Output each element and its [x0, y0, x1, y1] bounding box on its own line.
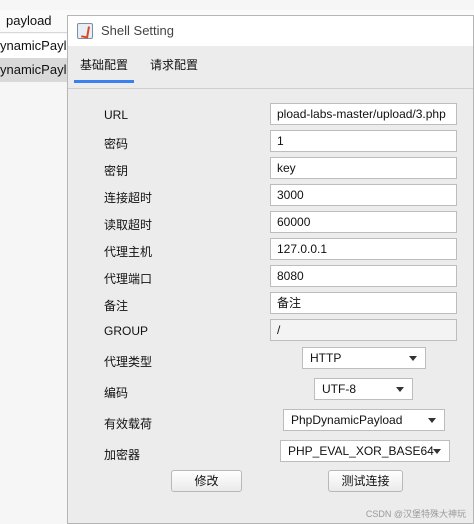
connect-timeout-label: 连接超时 [104, 191, 153, 205]
password-field[interactable]: 1 [270, 130, 457, 152]
encoding-label: 编码 [104, 386, 129, 400]
table-row-selected[interactable]: ynamicPaylc [0, 58, 70, 82]
chevron-down-icon [409, 356, 417, 361]
remark-field[interactable]: 备注 [270, 292, 457, 314]
chevron-down-icon [428, 418, 436, 423]
read-timeout-label: 读取超时 [104, 218, 153, 232]
key-label: 密钥 [104, 164, 129, 178]
proxy-type-select[interactable]: HTTP [302, 347, 426, 369]
payload-label: 有效载荷 [104, 417, 153, 431]
title-bar[interactable]: Shell Setting [68, 16, 473, 46]
chevron-down-icon [396, 387, 404, 392]
encryptor-select[interactable]: PHP_EVAL_XOR_BASE64 [280, 440, 450, 462]
java-app-icon [77, 23, 93, 39]
encryptor-value: PHP_EVAL_XOR_BASE64 [288, 444, 434, 458]
proxy-host-label: 代理主机 [104, 245, 153, 259]
modify-button[interactable]: 修改 [171, 470, 242, 492]
remark-label: 备注 [104, 299, 129, 313]
proxy-type-value: HTTP [310, 351, 342, 365]
basic-config-panel: URL pload-labs-master/upload/3.php 密码 1 … [68, 88, 473, 523]
proxy-host-field[interactable]: 127.0.0.1 [270, 238, 457, 260]
password-label: 密码 [104, 137, 129, 151]
url-label: URL [104, 108, 129, 122]
payload-value: PhpDynamicPayload [291, 413, 403, 427]
tab-request-config[interactable]: 请求配置 [144, 55, 204, 83]
payload-select[interactable]: PhpDynamicPayload [283, 409, 445, 431]
encoding-select[interactable]: UTF-8 [314, 378, 413, 400]
proxy-port-field[interactable]: 8080 [270, 265, 457, 287]
test-connection-button[interactable]: 测试连接 [328, 470, 403, 492]
encoding-value: UTF-8 [322, 382, 356, 396]
proxy-type-label: 代理类型 [104, 355, 153, 369]
group-label: GROUP [104, 324, 149, 338]
read-timeout-field[interactable]: 60000 [270, 211, 457, 233]
column-header-payload[interactable]: payload [6, 13, 52, 28]
watermark: CSDN @汉堡特殊大神玩 [365, 509, 466, 519]
key-field[interactable]: key [270, 157, 457, 179]
url-field[interactable]: pload-labs-master/upload/3.php [270, 103, 457, 125]
table-row[interactable]: ynamicPayl [0, 34, 70, 58]
proxy-port-label: 代理端口 [104, 272, 153, 286]
tab-basic-config[interactable]: 基础配置 [74, 55, 135, 83]
shell-setting-dialog: Shell Setting 基础配置 请求配置 URL pload-labs-m… [67, 15, 474, 524]
dialog-title: Shell Setting [101, 23, 174, 38]
encryptor-label: 加密器 [104, 448, 141, 462]
chevron-down-icon [433, 449, 441, 454]
group-field[interactable]: / [270, 319, 457, 341]
connect-timeout-field[interactable]: 3000 [270, 184, 457, 206]
tab-bar: 基础配置 请求配置 [68, 49, 473, 85]
